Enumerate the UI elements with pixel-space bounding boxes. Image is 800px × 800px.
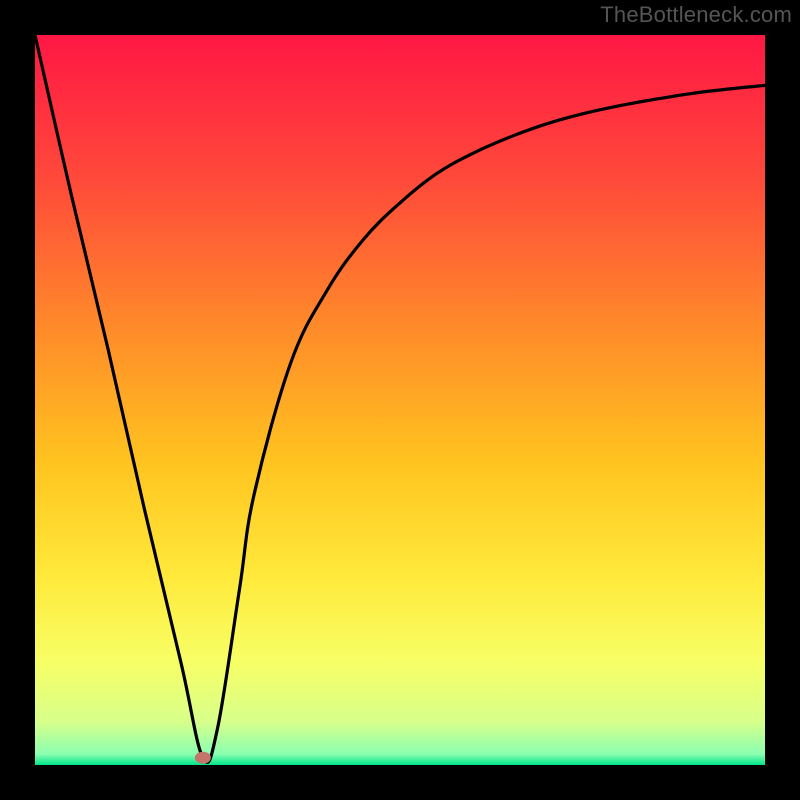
chart-frame: TheBottleneck.com — [0, 0, 800, 800]
bottleneck-plot — [35, 35, 765, 765]
plot-svg — [35, 35, 765, 765]
watermark-text: TheBottleneck.com — [600, 2, 792, 28]
marker-dot — [195, 752, 211, 764]
gradient-background — [35, 35, 765, 765]
